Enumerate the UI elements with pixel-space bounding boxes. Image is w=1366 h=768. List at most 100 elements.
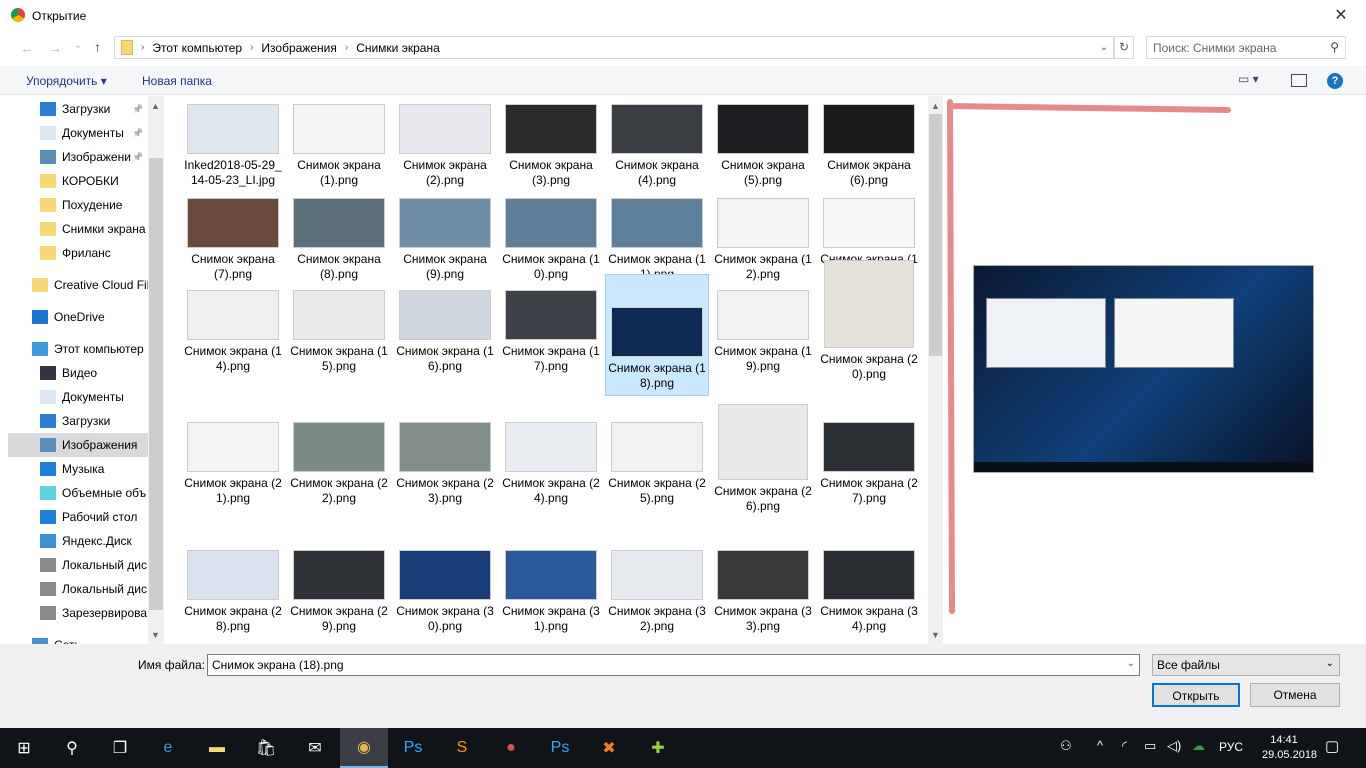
file-item[interactable]: Снимок экрана (5).png <box>711 100 815 188</box>
file-item[interactable]: Снимок экрана (34).png <box>817 546 921 634</box>
forward-button[interactable]: → <box>48 40 62 56</box>
sidebar-item[interactable]: Похудение <box>8 193 148 217</box>
up-button[interactable]: ↑ <box>94 39 101 55</box>
battery-icon[interactable]: ▭ <box>1144 738 1156 754</box>
clock[interactable]: 14:41 29.05.2018 <box>1262 733 1317 763</box>
sidebar-item[interactable]: КОРОБКИ <box>8 169 148 193</box>
sidebar-item[interactable]: Загрузки 📌 <box>8 97 148 121</box>
address-bar[interactable]: › Этот компьютер › Изображения › Снимки … <box>114 36 1114 59</box>
file-item[interactable]: Снимок экрана (9).png <box>393 194 497 282</box>
file-item[interactable]: Снимок экрана (31).png <box>499 546 603 634</box>
file-item[interactable]: Снимок экрана (23).png <box>393 418 497 506</box>
recent-locations-button[interactable]: ⌄ <box>74 40 82 51</box>
sidebar-item[interactable]: Снимки экрана <box>8 217 148 241</box>
sort-button[interactable]: Упорядочить ▾ <box>26 74 107 88</box>
store-icon[interactable]: 🛍 <box>242 728 290 768</box>
close-button[interactable]: ✕ <box>1326 5 1356 27</box>
sidebar-item[interactable]: Документы <box>8 385 148 409</box>
file-item[interactable]: Снимок экрана (27).png <box>817 418 921 506</box>
scroll-down-arrow[interactable]: ▼ <box>151 630 160 640</box>
sidebar-item[interactable]: Объемные объ <box>8 481 148 505</box>
windows-start-icon[interactable]: ⊞ <box>0 728 48 768</box>
photoshop-icon[interactable]: Ps <box>536 728 584 768</box>
file-item[interactable]: Снимок экрана (30).png <box>393 546 497 634</box>
breadcrumb-item[interactable]: Этот компьютер <box>152 41 242 55</box>
sidebar-item[interactable]: Зарезервирова <box>8 601 148 625</box>
breadcrumb-item[interactable]: Снимки экрана <box>356 41 440 55</box>
file-item[interactable]: Снимок экрана (22).png <box>287 418 391 506</box>
sidebar-item[interactable]: Рабочий стол <box>8 505 148 529</box>
show-hidden-icons[interactable]: ^ <box>1097 738 1103 753</box>
file-item[interactable]: Снимок экрана (3).png <box>499 100 603 188</box>
help-button[interactable]: ? <box>1327 73 1343 89</box>
action-center-icon[interactable]: ▢ <box>1325 737 1339 755</box>
file-item[interactable]: Снимок экрана (19).png <box>711 286 815 374</box>
photoshop-icon[interactable]: Ps <box>389 728 437 768</box>
file-item[interactable]: Снимок экрана (29).png <box>287 546 391 634</box>
file-type-select[interactable]: Все файлы ⌄ <box>1152 654 1340 676</box>
sidebar-item[interactable]: Локальный дис <box>8 577 148 601</box>
sidebar-item[interactable]: Документы 📌 <box>8 121 148 145</box>
task-view-icon[interactable]: ❐ <box>96 728 144 768</box>
file-item[interactable]: Inked2018-05-29_14-05-23_LI.jpg <box>181 100 285 188</box>
sidebar-item[interactable]: Локальный дис <box>8 553 148 577</box>
file-item[interactable]: Снимок экрана (14).png <box>181 286 285 374</box>
file-item[interactable]: Снимок экрана (8).png <box>287 194 391 282</box>
volume-icon[interactable]: ◁) <box>1167 738 1181 754</box>
file-item[interactable]: Снимок экрана (26).png <box>711 400 815 514</box>
pin-icon[interactable]: 📌 <box>132 104 143 115</box>
people-icon[interactable]: ⚇ <box>1060 738 1072 754</box>
mail-icon[interactable]: ✉ <box>291 728 339 768</box>
green-plus-app-icon[interactable]: ✚ <box>634 728 682 768</box>
sublime-icon[interactable]: S <box>438 728 486 768</box>
scroll-up-arrow[interactable]: ▲ <box>151 101 160 111</box>
file-item[interactable]: Снимок экрана (12).png <box>711 194 815 282</box>
cancel-button[interactable]: Отмена <box>1250 683 1340 707</box>
file-item[interactable]: Снимок экрана (4).png <box>605 100 709 188</box>
file-item[interactable]: Снимок экрана (17).png <box>499 286 603 374</box>
file-item[interactable]: Снимок экрана (2).png <box>393 100 497 188</box>
file-explorer-icon[interactable]: ▬ <box>193 728 241 768</box>
sidebar-item[interactable]: Яндекс.Диск <box>8 529 148 553</box>
language-indicator[interactable]: РУС <box>1219 740 1243 754</box>
file-item[interactable]: Снимок экрана (1).png <box>287 100 391 188</box>
sidebar-item[interactable]: Сеть <box>8 633 148 644</box>
sidebar-item[interactable]: Видео <box>8 361 148 385</box>
address-dropdown-button[interactable]: ⌄ <box>1096 37 1112 58</box>
file-item[interactable]: Снимок экрана (24).png <box>499 418 603 506</box>
new-folder-button[interactable]: Новая папка <box>142 74 212 88</box>
scroll-up-arrow[interactable]: ▲ <box>931 101 940 111</box>
sidebar-scrollbar-thumb[interactable] <box>149 158 163 610</box>
back-button[interactable]: ← <box>20 40 34 56</box>
filename-input[interactable]: Снимок экрана (18).png ⌄ <box>207 654 1140 676</box>
file-item[interactable]: Снимок экрана (18).png <box>605 274 709 396</box>
file-item[interactable]: Снимок экрана (15).png <box>287 286 391 374</box>
preview-pane-button[interactable] <box>1291 74 1307 87</box>
refresh-button[interactable]: ↻ <box>1114 36 1134 59</box>
wifi-icon[interactable]: ◜ <box>1122 738 1127 754</box>
sidebar-item[interactable]: Музыка <box>8 457 148 481</box>
sidebar-item[interactable]: OneDrive <box>8 305 148 329</box>
search-icon[interactable]: ⚲ <box>48 728 96 768</box>
file-item[interactable]: Снимок экрана (11).png <box>605 194 709 282</box>
file-item[interactable]: Снимок экрана (6).png <box>817 100 921 188</box>
file-item[interactable]: Снимок экрана (20).png <box>817 256 921 382</box>
change-view-button[interactable]: ▭ ▾ <box>1238 72 1259 86</box>
pin-icon[interactable]: 📌 <box>132 128 143 139</box>
breadcrumb-item[interactable]: Изображения <box>261 41 336 55</box>
rainbow-app-icon[interactable]: ● <box>487 728 535 768</box>
sidebar-item[interactable]: Изображени 📌 <box>8 145 148 169</box>
sidebar-item[interactable]: Загрузки <box>8 409 148 433</box>
file-item[interactable]: Снимок экрана (32).png <box>605 546 709 634</box>
pin-icon[interactable]: 📌 <box>132 152 143 163</box>
file-item[interactable]: Снимок экрана (16).png <box>393 286 497 374</box>
file-item[interactable]: Снимок экрана (33).png <box>711 546 815 634</box>
file-item[interactable]: Снимок экрана (7).png <box>181 194 285 282</box>
edge-icon[interactable]: e <box>144 728 192 768</box>
sidebar-item[interactable]: Изображения <box>8 433 148 457</box>
search-input[interactable]: Поиск: Снимки экрана ⚲ <box>1146 36 1346 59</box>
file-item[interactable]: Снимок экрана (10).png <box>499 194 603 282</box>
file-item[interactable]: Снимок экрана (28).png <box>181 546 285 634</box>
xampp-icon[interactable]: ✖ <box>585 728 633 768</box>
chrome-icon[interactable]: ◉ <box>340 728 388 768</box>
